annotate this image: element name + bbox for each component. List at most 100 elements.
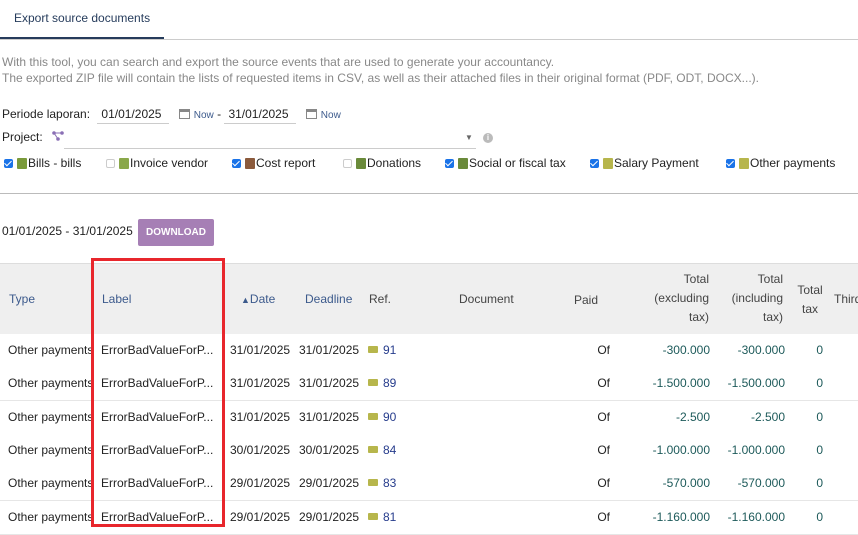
tool-description: With this tool, you can search and expor… — [2, 54, 759, 86]
cell-type: Other payments — [8, 343, 94, 357]
column-total-incl[interactable]: Total (including tax) — [720, 270, 783, 327]
checkbox-unchecked-icon[interactable] — [106, 159, 115, 168]
now-link-end[interactable]: Now — [321, 110, 341, 121]
period-row: Periode laporan: 01/01/2025 Now - 31/01/… — [2, 107, 341, 124]
project-row: Project: — [2, 130, 64, 144]
selected-range: 01/01/2025 - 31/01/2025 — [2, 224, 133, 238]
payment-icon — [368, 479, 378, 487]
calendar-icon[interactable] — [305, 109, 317, 119]
bill-icon — [17, 158, 27, 169]
type-other-payments[interactable]: Other payments — [726, 156, 835, 170]
donation-icon — [356, 158, 366, 169]
cell-paid: Of — [597, 376, 610, 391]
cell-paid: Of — [597, 442, 610, 457]
cell-ref[interactable]: 89 — [368, 376, 396, 390]
column-ref[interactable]: Ref. — [369, 290, 391, 309]
info-icon: i — [483, 133, 493, 143]
checkbox-checked-icon[interactable] — [445, 159, 454, 168]
cell-total-incl: -570.000 — [737, 476, 785, 491]
download-button[interactable]: DOWNLOAD — [138, 219, 214, 246]
period-label: Periode laporan: — [2, 107, 91, 121]
type-donations[interactable]: Donations — [343, 156, 421, 170]
checkbox-checked-icon[interactable] — [232, 159, 241, 168]
cell-total-incl: -300.000 — [737, 343, 785, 357]
chevron-down-icon[interactable]: ▼ — [465, 133, 473, 142]
cell-ref[interactable]: 84 — [368, 443, 396, 457]
cell-date: 29/01/2025 — [230, 476, 291, 491]
cell-total-excl: -1.160.000 — [652, 509, 710, 524]
cell-deadline: 29/01/2025 — [299, 509, 360, 524]
tab-bar: Export source documents — [0, 0, 858, 40]
cost-report-icon — [245, 158, 255, 169]
checkbox-unchecked-icon[interactable] — [343, 159, 352, 168]
project-icon — [52, 130, 64, 144]
cell-date: 31/01/2025 — [230, 343, 291, 357]
cell-type: Other payments — [8, 409, 94, 424]
cell-ref[interactable]: 90 — [368, 410, 396, 424]
invoice-icon — [119, 158, 129, 169]
cell-paid: Of — [597, 409, 610, 424]
payment-icon — [739, 158, 749, 169]
cell-total-tax: 0 — [816, 509, 823, 524]
cell-total-tax: 0 — [816, 376, 823, 391]
column-deadline[interactable]: Deadline — [305, 290, 352, 309]
now-link-start[interactable]: Now — [194, 110, 214, 121]
checkbox-checked-icon[interactable] — [4, 159, 13, 168]
cell-date: 31/01/2025 — [230, 409, 291, 424]
tax-icon — [458, 158, 468, 169]
cell-total-tax: 0 — [816, 442, 823, 457]
payment-icon — [368, 512, 378, 520]
cell-paid: Of — [597, 509, 610, 524]
cell-ref[interactable]: 91 — [368, 343, 396, 357]
cell-paid: Of — [597, 343, 610, 357]
cell-total-excl: -2.500 — [675, 409, 710, 424]
cell-ref[interactable]: 83 — [368, 476, 396, 490]
column-total-tax[interactable]: Total tax — [796, 281, 824, 319]
cell-total-incl: -1.160.000 — [727, 509, 785, 524]
cell-total-incl: -1.000.000 — [727, 442, 785, 457]
payment-icon — [368, 379, 378, 387]
project-label: Project: — [2, 130, 43, 144]
cell-total-incl: -2.500 — [750, 409, 785, 424]
type-social-fiscal-tax[interactable]: Social or fiscal tax — [445, 156, 566, 170]
column-total-excl[interactable]: Total (excluding tax) — [640, 270, 709, 327]
divider — [0, 193, 858, 194]
cell-deadline: 30/01/2025 — [299, 442, 360, 457]
cell-total-tax: 0 — [816, 476, 823, 491]
checkbox-checked-icon[interactable] — [590, 159, 599, 168]
payment-icon — [368, 346, 378, 353]
cell-date: 30/01/2025 — [230, 442, 291, 457]
highlight-box — [91, 258, 225, 527]
column-third[interactable]: Third — [834, 290, 858, 309]
cell-paid: Of — [597, 476, 610, 491]
cell-date: 31/01/2025 — [230, 376, 291, 391]
cell-deadline: 29/01/2025 — [299, 476, 360, 491]
checkbox-checked-icon[interactable] — [726, 159, 735, 168]
column-date[interactable]: ▲Date — [241, 290, 275, 310]
type-cost-report[interactable]: Cost report — [232, 156, 315, 170]
cell-total-incl: -1.500.000 — [727, 376, 785, 391]
description-line-2: The exported ZIP file will contain the l… — [2, 71, 759, 85]
cell-total-tax: 0 — [816, 409, 823, 424]
end-date-input[interactable]: 31/01/2025 — [224, 107, 297, 124]
calendar-icon[interactable] — [178, 109, 190, 119]
description-line-1: With this tool, you can search and expor… — [2, 55, 555, 69]
project-select[interactable] — [64, 134, 476, 149]
cell-type: Other payments — [8, 442, 94, 457]
cell-total-excl: -570.000 — [662, 476, 710, 491]
payment-icon — [368, 412, 378, 420]
cell-ref[interactable]: 81 — [368, 510, 396, 524]
cell-type: Other payments — [8, 376, 94, 391]
column-type[interactable]: Type — [9, 290, 35, 309]
type-invoice-vendor[interactable]: Invoice vendor — [106, 156, 208, 170]
cell-total-excl: -1.000.000 — [652, 442, 710, 457]
tab-export-source-documents[interactable]: Export source documents — [0, 0, 165, 39]
cell-date: 29/01/2025 — [230, 509, 291, 524]
type-salary-payment[interactable]: Salary Payment — [590, 156, 699, 170]
cell-total-excl: -1.500.000 — [652, 376, 710, 391]
cell-deadline: 31/01/2025 — [299, 376, 360, 391]
column-paid[interactable]: Paid — [574, 291, 598, 310]
start-date-input[interactable]: 01/01/2025 — [97, 107, 170, 124]
type-bills[interactable]: Bills - bills — [4, 156, 81, 170]
cell-total-excl: -300.000 — [662, 343, 710, 357]
